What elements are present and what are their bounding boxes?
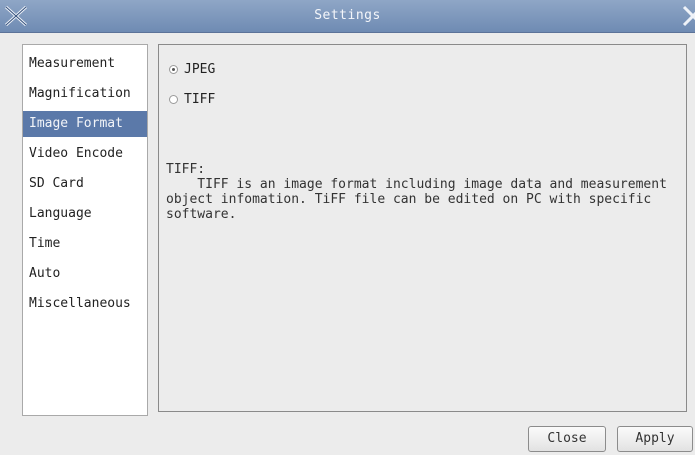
format-description: TIFF: TIFF is an image format including … [166, 162, 681, 222]
window-title: Settings [314, 8, 381, 23]
sidebar-item-video-encode[interactable]: Video Encode [23, 141, 147, 167]
radio-tiff[interactable]: TIFF [169, 91, 215, 109]
settings-window: Settings Measurement Magnification Image F… [0, 0, 695, 455]
sidebar-item-sd-card[interactable]: SD Card [23, 171, 147, 197]
sidebar-item-magnification[interactable]: Magnification [23, 81, 147, 107]
sidebar-item-measurement[interactable]: Measurement [23, 51, 147, 77]
close-icon[interactable] [681, 4, 695, 28]
radio-jpeg-indicator[interactable] [169, 65, 178, 74]
description-heading: TIFF: [166, 162, 206, 177]
sidebar-item-time[interactable]: Time [23, 231, 147, 257]
apply-button[interactable]: Apply [617, 426, 693, 452]
close-button[interactable]: Close [528, 426, 606, 452]
sidebar-item-language[interactable]: Language [23, 201, 147, 227]
radio-jpeg[interactable]: JPEG [169, 61, 215, 79]
radio-tiff-indicator[interactable] [169, 95, 178, 104]
radio-jpeg-label: JPEG [184, 62, 216, 77]
sidebar-item-image-format[interactable]: Image Format [23, 111, 147, 137]
radio-tiff-label: TIFF [184, 92, 216, 107]
image-format-panel: JPEG TIFF TIFF: TIFF is an image format … [158, 44, 687, 412]
sidebar-item-auto[interactable]: Auto [23, 261, 147, 287]
title-bar: Settings [0, 0, 695, 33]
settings-category-list: Measurement Magnification Image Format Vide… [22, 44, 148, 416]
description-body: TIFF is an image format including image … [166, 177, 667, 222]
sidebar-item-miscellaneous[interactable]: Miscellaneous [23, 291, 147, 317]
